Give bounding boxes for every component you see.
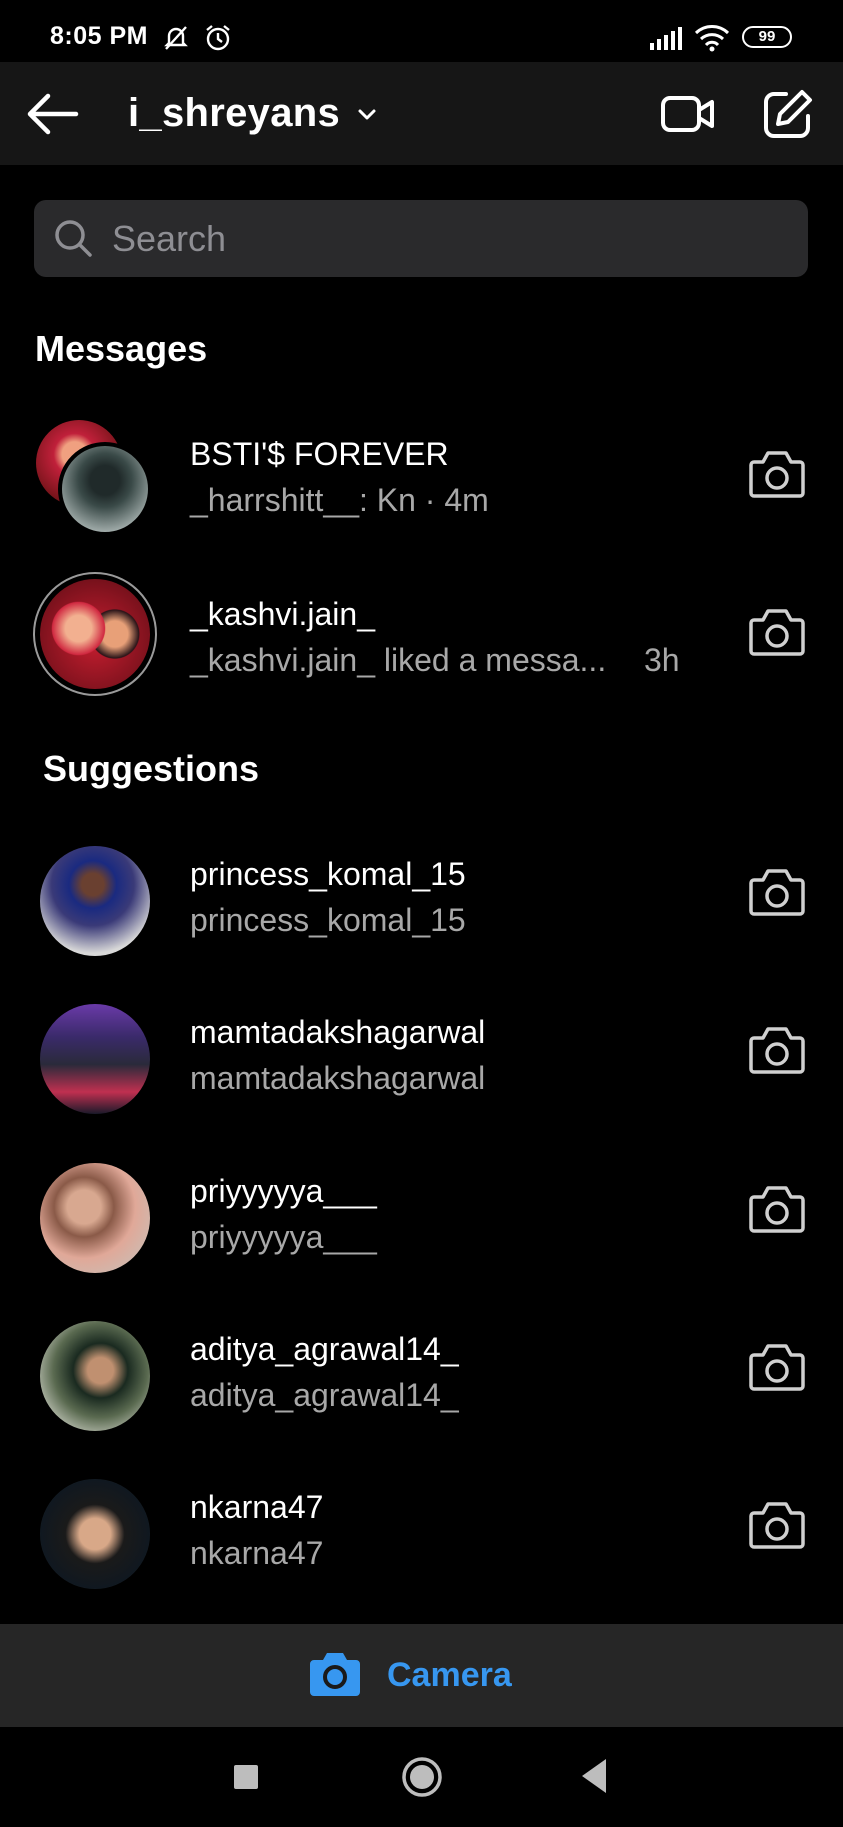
suggestion-row[interactable]: princess_komal_15 princess_komal_15 [0,820,843,968]
camera-button[interactable]: Camera [0,1624,843,1727]
avatar [40,1479,150,1589]
avatar [40,1163,150,1273]
avatar [40,1321,150,1431]
home-icon[interactable] [400,1755,444,1799]
video-camera-icon[interactable] [660,90,716,138]
camera-icon[interactable] [748,866,806,918]
avatar [40,579,150,689]
conversation-preview: _kashvi.jain_ liked a messa... [190,642,607,678]
recents-icon[interactable] [234,1765,258,1789]
account-switcher[interactable]: i_shreyans [128,91,340,136]
suggestion-row[interactable]: mamtadakshagarwal mamtadakshagarwal [0,978,843,1126]
suggestions-heading: Suggestions [43,748,260,789]
camera-icon[interactable] [748,606,806,658]
top-bar: i_shreyans [0,62,843,165]
suggestion-name: mamtadakshagarwal [190,1014,486,1050]
avatar [58,442,152,536]
camera-icon[interactable] [748,1183,806,1235]
avatar [40,1004,150,1114]
conversation-name: _kashvi.jain_ [190,596,375,632]
wifi-icon [694,25,730,52]
story-ring[interactable] [33,572,157,696]
suggestion-name: princess_komal_15 [190,856,466,892]
suggestion-row[interactable]: aditya_agrawal14_ aditya_agrawal14_ [0,1295,843,1443]
back-arrow-icon[interactable] [24,90,80,138]
alarm-icon [206,25,230,51]
compose-icon[interactable] [762,88,814,140]
suggestion-username: princess_komal_15 [190,902,466,938]
group-avatar[interactable] [36,420,156,540]
messages-heading: Messages [35,328,208,369]
back-icon[interactable] [578,1757,610,1795]
suggestion-row[interactable]: priyyyyya___ priyyyyya___ [0,1137,843,1285]
search-input[interactable] [112,200,792,277]
conversation-preview: _harrshitt__: Kn · 4m [190,482,489,518]
camera-icon[interactable] [748,1024,806,1076]
suggestion-row[interactable]: nkarna47 nkarna47 [0,1453,843,1601]
suggestion-name: nkarna47 [190,1489,324,1525]
mute-icon [164,26,188,50]
battery-icon: 99 [742,26,792,48]
status-bar: 8:05 PM 99 [0,0,843,62]
camera-icon[interactable] [748,1341,806,1393]
system-nav-bar [0,1727,843,1827]
conversation-name: BSTI'$ FOREVER [190,436,449,472]
avatar [40,846,150,956]
chevron-down-icon[interactable] [355,102,379,126]
conversation-time: 3h [644,642,680,678]
camera-icon[interactable] [748,1499,806,1551]
suggestion-username: aditya_agrawal14_ [190,1377,459,1413]
search-icon [55,220,92,257]
search-bar[interactable] [34,200,808,277]
suggestion-username: priyyyyya___ [190,1219,377,1255]
suggestion-name: aditya_agrawal14_ [190,1331,459,1367]
signal-icon [650,27,682,50]
suggestion-username: nkarna47 [190,1535,324,1571]
camera-icon[interactable] [748,448,806,500]
suggestion-username: mamtadakshagarwal [190,1060,486,1096]
camera-label: Camera [387,1656,512,1694]
suggestion-name: priyyyyya___ [190,1173,377,1209]
status-time: 8:05 PM [50,22,148,50]
camera-icon [310,1653,360,1696]
